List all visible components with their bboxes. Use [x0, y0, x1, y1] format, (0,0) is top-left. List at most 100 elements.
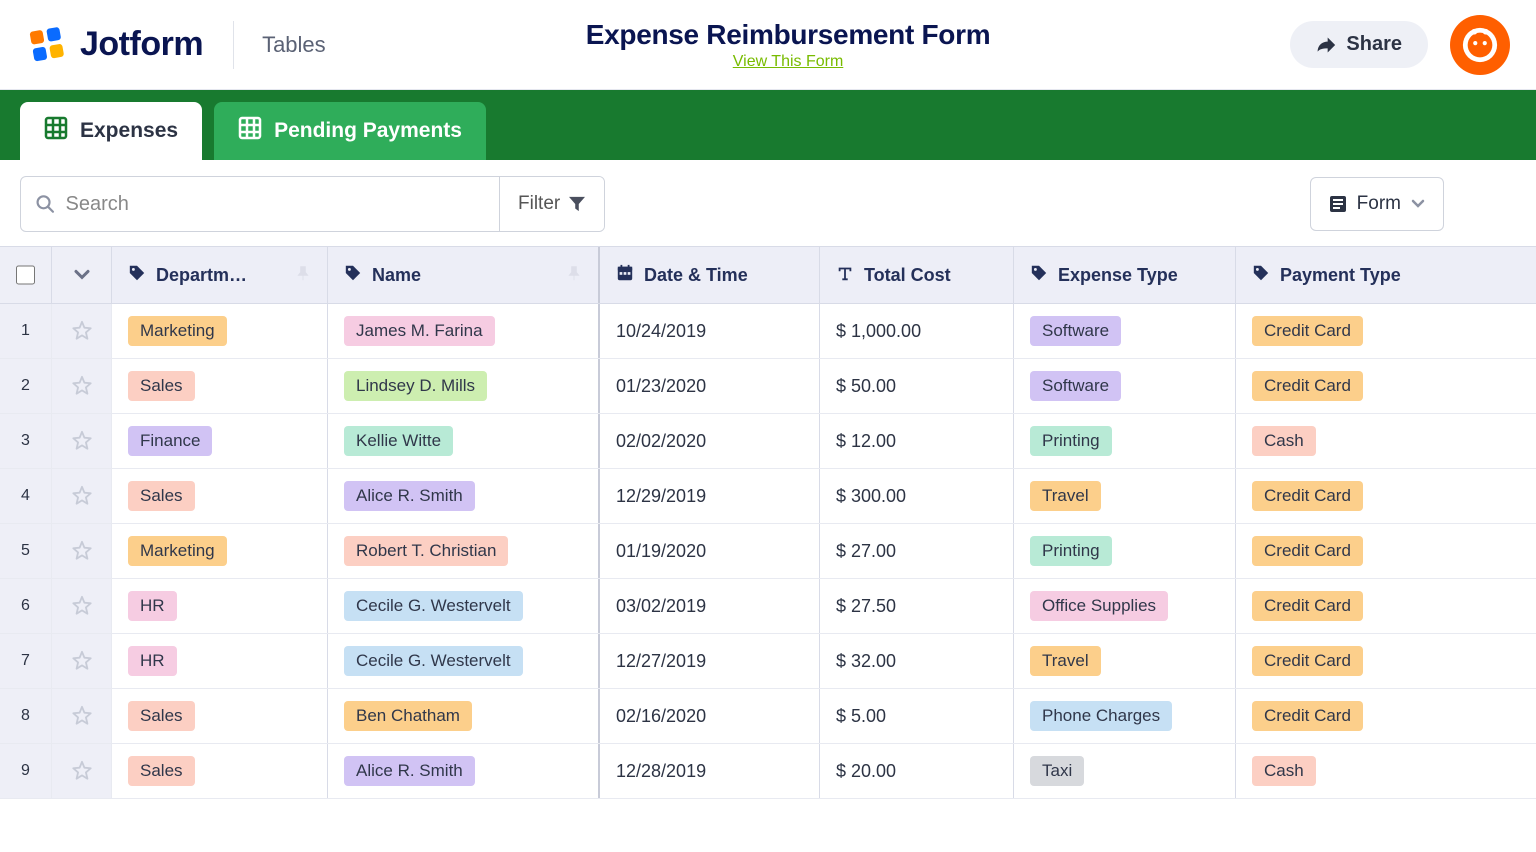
cell-cost[interactable]: $ 27.50	[820, 579, 1014, 633]
cell-department[interactable]: Finance	[112, 414, 328, 468]
tag[interactable]: Marketing	[128, 316, 227, 346]
filter-button[interactable]: Filter	[499, 177, 604, 231]
view-form-link[interactable]: View This Form	[733, 53, 844, 71]
cell-expense[interactable]: Printing	[1014, 414, 1236, 468]
column-header-department[interactable]: Departm…	[112, 247, 328, 303]
tag[interactable]: James M. Farina	[344, 316, 495, 346]
cell-expense[interactable]: Phone Charges	[1014, 689, 1236, 743]
select-all-checkbox[interactable]	[16, 265, 35, 285]
tab-pending-payments[interactable]: Pending Payments	[214, 102, 486, 160]
cell-cost[interactable]: $ 27.00	[820, 524, 1014, 578]
column-header-cost[interactable]: Total Cost	[820, 247, 1014, 303]
cell-date[interactable]: 02/02/2020	[600, 414, 820, 468]
tag[interactable]: Credit Card	[1252, 591, 1363, 621]
cell-date[interactable]: 12/27/2019	[600, 634, 820, 688]
tag[interactable]: Cecile G. Westervelt	[344, 591, 523, 621]
tag[interactable]: Credit Card	[1252, 646, 1363, 676]
cell-expense[interactable]: Taxi	[1014, 744, 1236, 798]
row-star[interactable]	[52, 414, 112, 468]
logo[interactable]: Jotform	[28, 25, 203, 65]
cell-name[interactable]: Robert T. Christian	[328, 524, 600, 578]
cell-payment[interactable]: Credit Card	[1236, 359, 1536, 413]
cell-date[interactable]: 02/16/2020	[600, 689, 820, 743]
cell-department[interactable]: HR	[112, 579, 328, 633]
row-star[interactable]	[52, 469, 112, 523]
row-star[interactable]	[52, 359, 112, 413]
table-row[interactable]: 9SalesAlice R. Smith12/28/2019$ 20.00Tax…	[0, 744, 1536, 799]
search-box[interactable]	[21, 177, 499, 231]
cell-payment[interactable]: Credit Card	[1236, 689, 1536, 743]
tag[interactable]: Credit Card	[1252, 701, 1363, 731]
cell-department[interactable]: Marketing	[112, 304, 328, 358]
tag[interactable]: Software	[1030, 316, 1121, 346]
table-row[interactable]: 1MarketingJames M. Farina10/24/2019$ 1,0…	[0, 304, 1536, 359]
tag[interactable]: Travel	[1030, 481, 1101, 511]
cell-name[interactable]: Ben Chatham	[328, 689, 600, 743]
tag[interactable]: Credit Card	[1252, 371, 1363, 401]
cell-payment[interactable]: Credit Card	[1236, 469, 1536, 523]
cell-date[interactable]: 12/29/2019	[600, 469, 820, 523]
cell-department[interactable]: Sales	[112, 469, 328, 523]
table-row[interactable]: 3FinanceKellie Witte02/02/2020$ 12.00Pri…	[0, 414, 1536, 469]
tag[interactable]: Taxi	[1030, 756, 1084, 786]
cell-expense[interactable]: Office Supplies	[1014, 579, 1236, 633]
cell-department[interactable]: Sales	[112, 359, 328, 413]
tag[interactable]: Credit Card	[1252, 536, 1363, 566]
tag[interactable]: Cecile G. Westervelt	[344, 646, 523, 676]
tag[interactable]: Office Supplies	[1030, 591, 1168, 621]
tag[interactable]: Printing	[1030, 536, 1112, 566]
tag[interactable]: Sales	[128, 371, 195, 401]
cell-cost[interactable]: $ 12.00	[820, 414, 1014, 468]
tag[interactable]: Sales	[128, 756, 195, 786]
table-row[interactable]: 7HRCecile G. Westervelt12/27/2019$ 32.00…	[0, 634, 1536, 689]
tag[interactable]: Sales	[128, 481, 195, 511]
row-star[interactable]	[52, 304, 112, 358]
row-star[interactable]	[52, 524, 112, 578]
form-menu-button[interactable]: Form	[1310, 177, 1444, 231]
column-header-payment[interactable]: Payment Type	[1236, 247, 1536, 303]
pin-icon[interactable]	[295, 265, 311, 286]
cell-department[interactable]: Sales	[112, 744, 328, 798]
column-header-date[interactable]: Date & Time	[600, 247, 820, 303]
tag[interactable]: Ben Chatham	[344, 701, 472, 731]
cell-date[interactable]: 12/28/2019	[600, 744, 820, 798]
tag[interactable]: Cash	[1252, 426, 1316, 456]
row-star[interactable]	[52, 579, 112, 633]
tag[interactable]: Credit Card	[1252, 481, 1363, 511]
table-row[interactable]: 4SalesAlice R. Smith12/29/2019$ 300.00Tr…	[0, 469, 1536, 524]
cell-cost[interactable]: $ 300.00	[820, 469, 1014, 523]
tag[interactable]: Alice R. Smith	[344, 756, 475, 786]
cell-name[interactable]: Alice R. Smith	[328, 469, 600, 523]
cell-date[interactable]: 03/02/2019	[600, 579, 820, 633]
tag[interactable]: Kellie Witte	[344, 426, 453, 456]
cell-payment[interactable]: Credit Card	[1236, 304, 1536, 358]
cell-expense[interactable]: Travel	[1014, 634, 1236, 688]
cell-department[interactable]: Sales	[112, 689, 328, 743]
tag[interactable]: Sales	[128, 701, 195, 731]
cell-department[interactable]: Marketing	[112, 524, 328, 578]
tag[interactable]: Cash	[1252, 756, 1316, 786]
avatar[interactable]	[1450, 15, 1510, 75]
table-row[interactable]: 2SalesLindsey D. Mills01/23/2020$ 50.00S…	[0, 359, 1536, 414]
tag[interactable]: Software	[1030, 371, 1121, 401]
column-header-name[interactable]: Name	[328, 247, 600, 303]
cell-payment[interactable]: Credit Card	[1236, 524, 1536, 578]
cell-cost[interactable]: $ 5.00	[820, 689, 1014, 743]
cell-name[interactable]: James M. Farina	[328, 304, 600, 358]
tag[interactable]: Finance	[128, 426, 212, 456]
cell-payment[interactable]: Credit Card	[1236, 634, 1536, 688]
cell-expense[interactable]: Printing	[1014, 524, 1236, 578]
tag[interactable]: Printing	[1030, 426, 1112, 456]
cell-date[interactable]: 10/24/2019	[600, 304, 820, 358]
table-row[interactable]: 5MarketingRobert T. Christian01/19/2020$…	[0, 524, 1536, 579]
tag[interactable]: Alice R. Smith	[344, 481, 475, 511]
cell-payment[interactable]: Cash	[1236, 744, 1536, 798]
header-expand-cell[interactable]	[52, 247, 112, 303]
column-header-expense[interactable]: Expense Type	[1014, 247, 1236, 303]
cell-cost[interactable]: $ 50.00	[820, 359, 1014, 413]
cell-cost[interactable]: $ 32.00	[820, 634, 1014, 688]
cell-name[interactable]: Alice R. Smith	[328, 744, 600, 798]
cell-date[interactable]: 01/19/2020	[600, 524, 820, 578]
cell-name[interactable]: Cecile G. Westervelt	[328, 579, 600, 633]
table-row[interactable]: 6HRCecile G. Westervelt03/02/2019$ 27.50…	[0, 579, 1536, 634]
